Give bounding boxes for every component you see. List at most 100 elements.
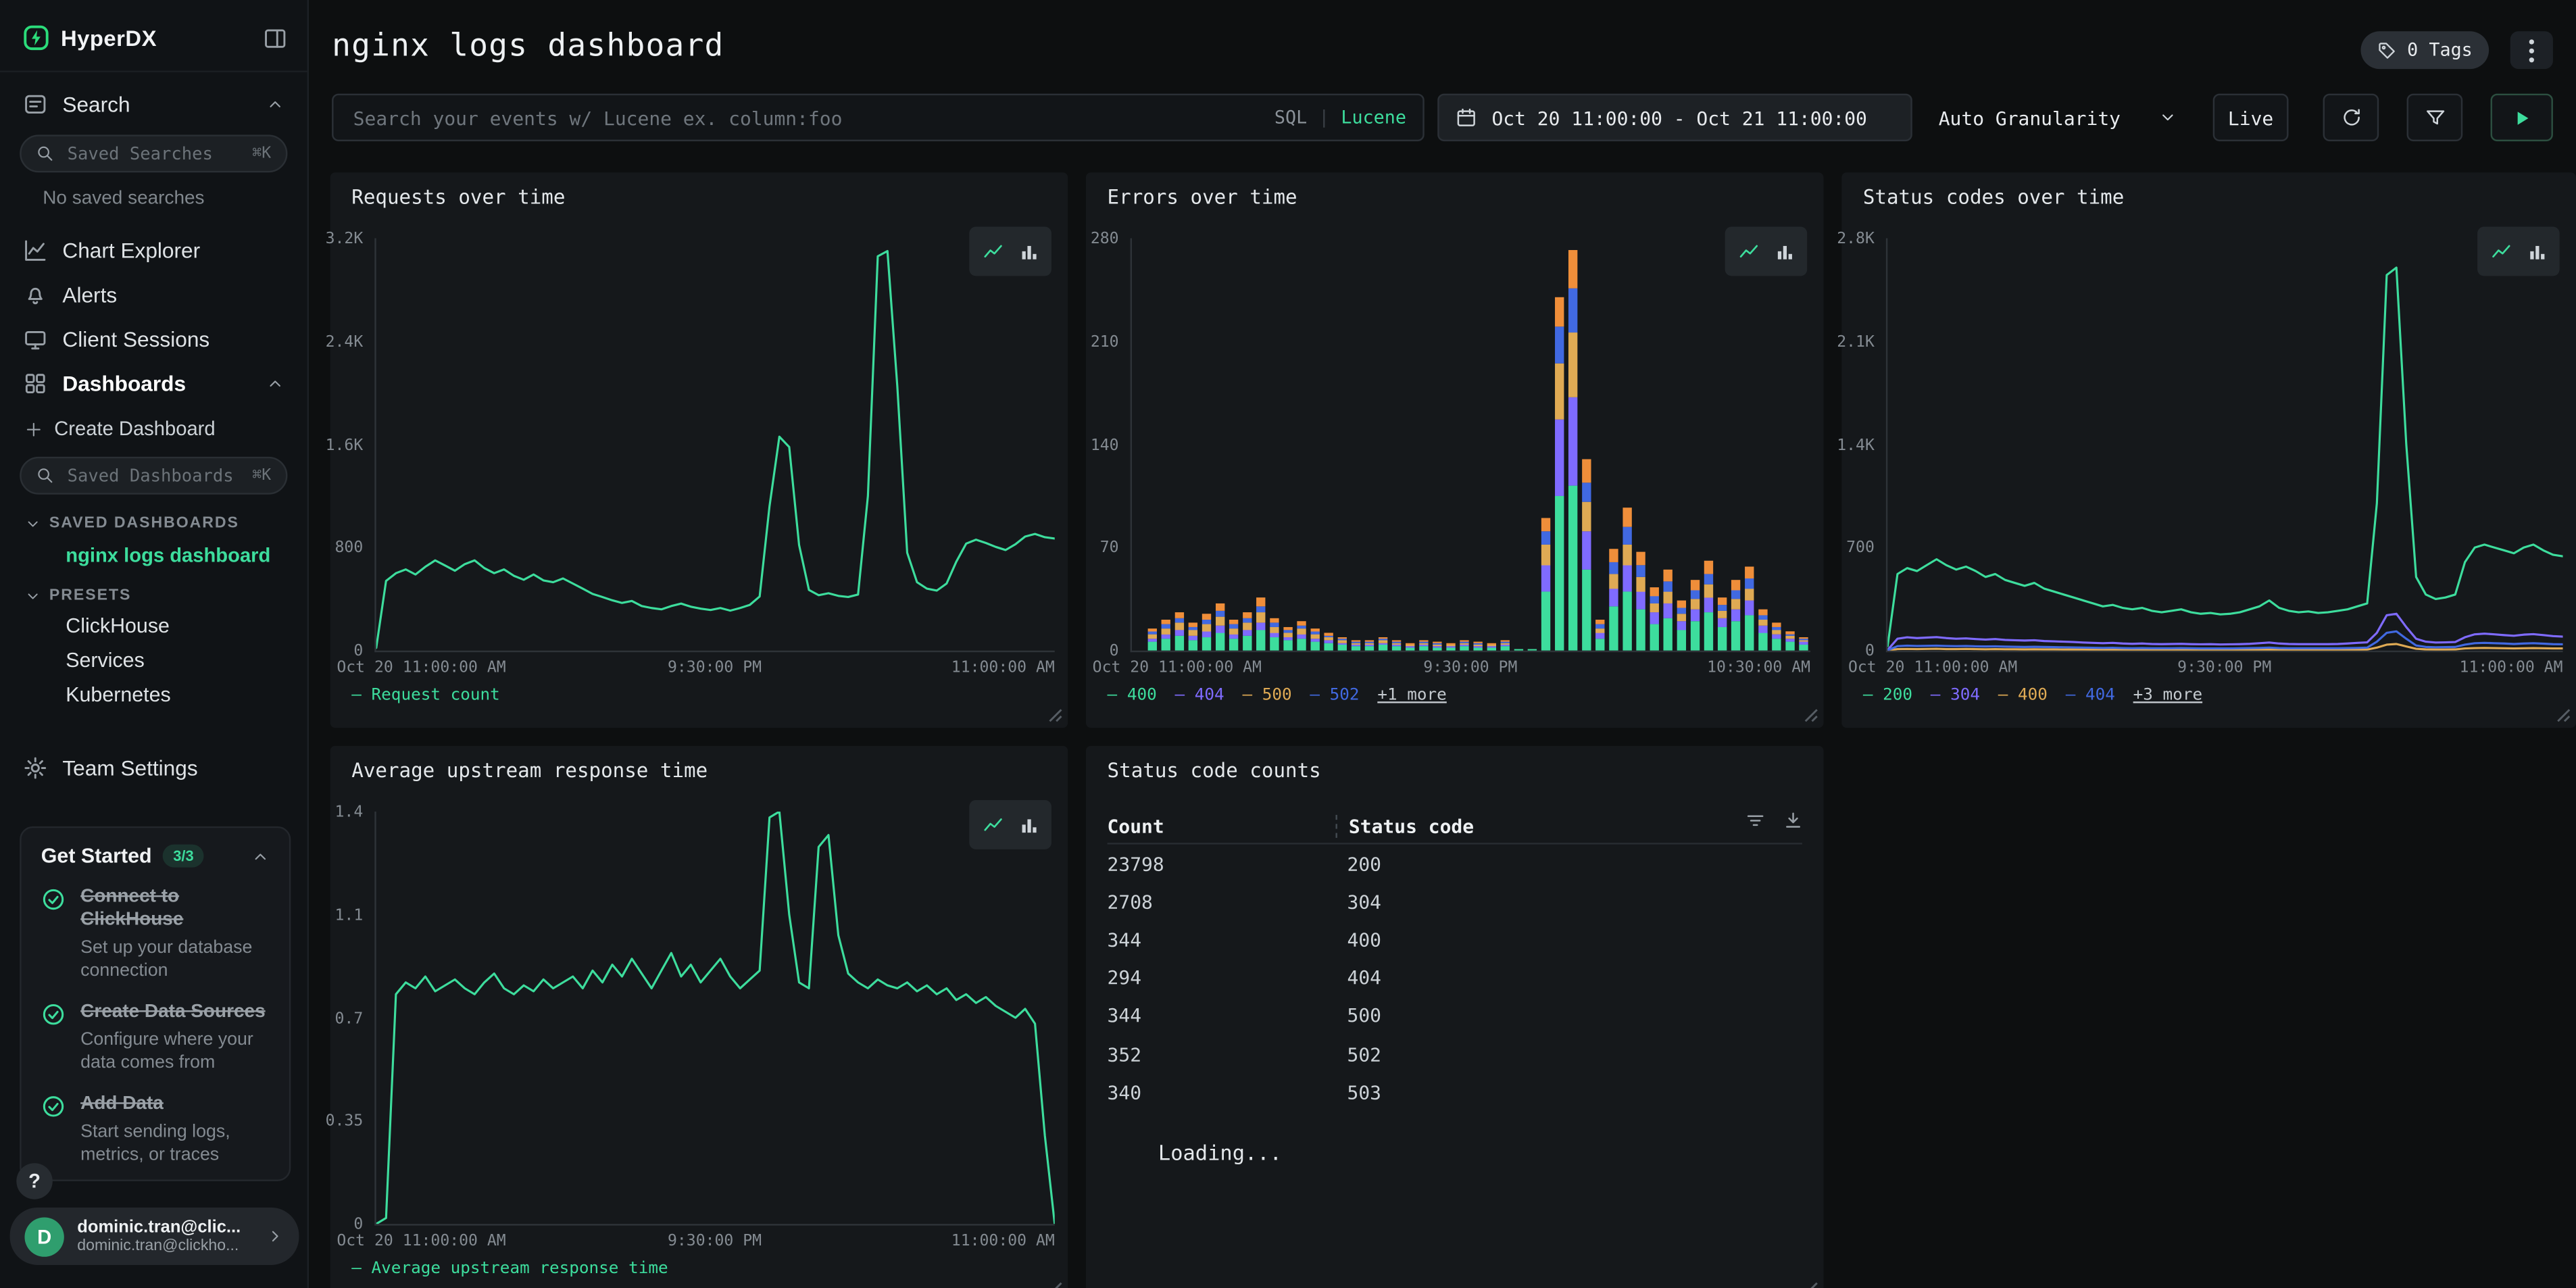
sidebar-item-dashboards[interactable]: Dashboards [0,362,307,406]
get-started-item[interactable]: Add Data Start sending logs, metrics, or… [41,1093,270,1166]
download-icon[interactable] [1783,810,1804,832]
line-chart-icon[interactable] [1737,241,1759,262]
legend-item[interactable]: — 500 [1242,687,1291,705]
sidebar-item-label: Client Sessions [62,327,284,351]
dots-vertical-icon [2528,37,2535,64]
column-header-status-code[interactable]: Status code [1335,814,1802,837]
saved-dashboards-input[interactable] [64,464,243,487]
table-row[interactable]: 352502 [1108,1035,1802,1072]
group-label: PRESETS [49,587,131,605]
resize-handle[interactable] [1804,1281,1818,1288]
chart-plot[interactable] [374,812,1054,1226]
cell-status-code: 400 [1335,928,1381,951]
sidebar-item-nginx-logs-dashboard[interactable]: nginx logs dashboard [0,537,307,573]
bar-chart-icon[interactable] [1018,241,1039,262]
date-range-picker[interactable]: Oct 20 11:00:00 - Oct 21 11:00:00 [1437,94,1912,142]
resize-handle[interactable] [2556,708,2571,723]
user-menu[interactable]: D dominic.tran@clic... dominic.tran@clic… [10,1208,299,1265]
group-saved-dashboards[interactable]: SAVED DASHBOARDS [0,501,307,537]
filter-button[interactable] [2407,94,2463,142]
resize-handle[interactable] [1048,1281,1063,1288]
create-dashboard-button[interactable]: Create Dashboard [0,405,307,448]
chart-plot[interactable] [1131,239,1810,653]
sidebar-item-kubernetes[interactable]: Kubernetes [0,678,307,713]
tags-button[interactable]: 0 Tags [2361,31,2489,69]
line-chart-icon[interactable] [982,814,1004,836]
sidebar-item-alerts[interactable]: Alerts [0,273,307,318]
line-chart-icon[interactable] [982,241,1004,262]
resize-handle[interactable] [1804,708,1818,723]
step-description: Configure where your data comes from [80,1028,270,1075]
live-button[interactable]: Live [2213,94,2289,142]
help-button[interactable]: ? [16,1163,52,1199]
check-circle-icon [41,887,66,912]
page-title: nginx logs dashboard [332,28,724,64]
collapse-sidebar-icon[interactable] [263,26,287,50]
shortcut-badge: ⌘K [252,145,271,163]
legend-item[interactable]: — 304 [1931,687,1980,705]
bar-chart-icon[interactable] [1018,814,1039,836]
legend-item[interactable]: — 502 [1310,687,1359,705]
group-presets[interactable]: PRESETS [0,573,307,609]
legend-item[interactable]: — 404 [2066,687,2115,705]
table-row[interactable]: 2708304 [1108,883,1802,920]
event-search-input[interactable] [350,104,1262,130]
run-query-button[interactable] [2491,94,2553,142]
line-chart-icon[interactable] [2490,241,2511,262]
sidebar-item-team-settings[interactable]: Team Settings [0,746,307,791]
shortcut-badge: ⌘K [252,466,271,485]
gear-icon [23,756,47,780]
granularity-select[interactable]: Auto Granularity [1939,106,2177,129]
table-row[interactable]: 23798200 [1108,845,1802,883]
sidebar-item-services[interactable]: Services [0,644,307,678]
legend-more-link[interactable]: +3 more [2133,687,2202,705]
table-row[interactable]: 340503 [1108,1073,1802,1111]
saved-searches-input[interactable] [64,142,243,165]
sidebar-item-chart-explorer[interactable]: Chart Explorer [0,228,307,273]
legend-item[interactable]: — 400 [1108,687,1157,705]
cell-status-code: 500 [1335,1004,1381,1027]
sidebar-item-clickhouse[interactable]: ClickHouse [0,610,307,644]
group-label: SAVED DASHBOARDS [49,514,239,532]
bar-chart-icon[interactable] [2526,241,2548,262]
sql-toggle[interactable]: SQL [1274,107,1307,128]
more-options-button[interactable] [2510,31,2553,69]
table-row[interactable]: 294404 [1108,959,1802,997]
user-email-secondary: dominic.tran@clickho... [77,1237,253,1256]
refresh-button[interactable] [2323,94,2379,142]
legend-item[interactable]: — 400 [1998,687,2048,705]
get-started-card: Get Started 3/3 Connect to ClickHouse Se… [20,826,291,1182]
search-icon [36,145,54,163]
chevron-down-icon [24,587,41,603]
cell-status-code: 502 [1335,1043,1381,1066]
legend-item[interactable]: — Request count [351,687,500,705]
sidebar-section-search[interactable]: Search [0,72,307,126]
cell-count: 344 [1108,928,1336,951]
table-row[interactable]: 344400 [1108,920,1802,958]
get-started-header[interactable]: Get Started 3/3 [41,845,270,868]
step-title: Add Data [80,1093,270,1116]
panel-title: Errors over time [1108,186,1297,209]
legend-item[interactable]: — 404 [1175,687,1224,705]
chart-plot[interactable] [374,239,1054,653]
avatar: D [24,1216,64,1256]
get-started-item[interactable]: Create Data Sources Configure where your… [41,1001,270,1074]
sidebar-item-label: Dashboards [62,371,251,395]
legend-item[interactable]: — Average upstream response time [351,1260,668,1279]
column-header-count[interactable]: Count [1108,814,1336,837]
resize-handle[interactable] [1048,708,1063,723]
play-icon [2512,107,2531,127]
search-icon [36,466,54,485]
table-row[interactable]: 344500 [1108,997,1802,1035]
step-description: Set up your database connection [80,936,270,983]
lucene-toggle[interactable]: Lucene [1341,107,1406,128]
bar-chart-icon[interactable] [1773,241,1795,262]
chevron-down-icon [24,515,41,531]
chart-type-toggle [2477,226,2560,276]
legend-item[interactable]: — 200 [1863,687,1912,705]
get-started-item[interactable]: Connect to ClickHouse Set up your databa… [41,885,270,983]
filter-lines-icon[interactable] [1745,810,1766,832]
sidebar-item-client-sessions[interactable]: Client Sessions [0,317,307,362]
chart-plot[interactable] [1886,239,2563,653]
legend-more-link[interactable]: +1 more [1377,687,1446,705]
